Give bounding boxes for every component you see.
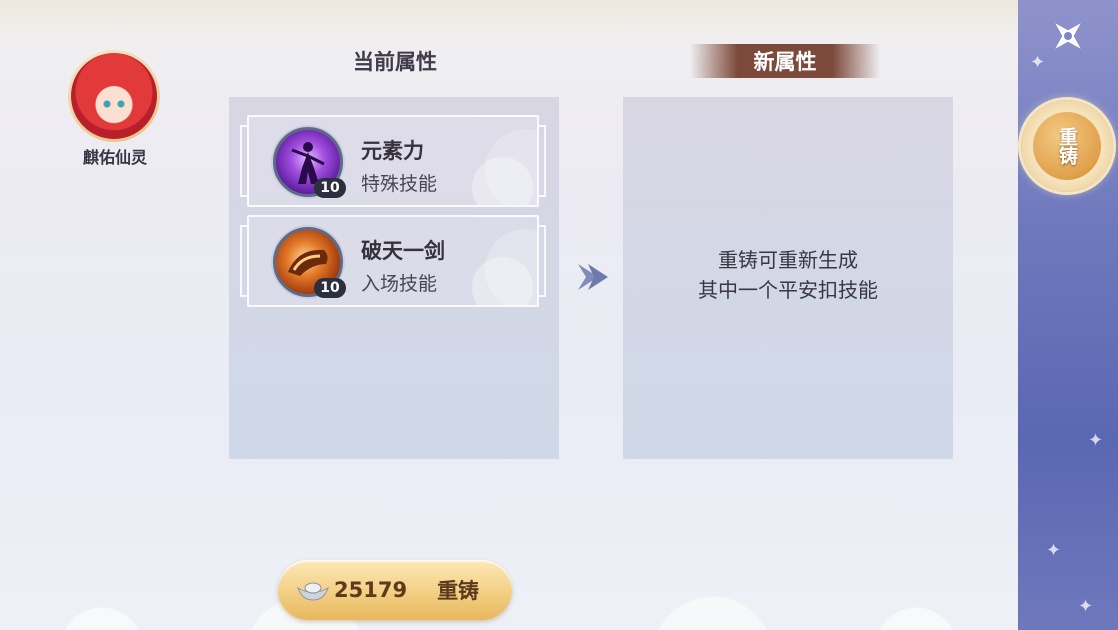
reforge-hint: 重铸可重新生成 其中一个平安扣技能 (623, 245, 953, 305)
sword-skill-icon[interactable]: 10 (273, 227, 346, 298)
sparkle-icon: ✦ (1088, 430, 1104, 451)
close-button[interactable] (1044, 12, 1092, 60)
close-icon (1055, 23, 1081, 49)
sparkle-icon: ✦ (1046, 540, 1062, 561)
silver-ingot-icon (297, 582, 329, 601)
skill-level-badge: 10 (314, 278, 346, 298)
skill-card[interactable]: 10 元素力 特殊技能 (240, 115, 546, 207)
reforge-button[interactable]: 25179 重铸 (278, 560, 512, 620)
arrow-right-icon (578, 264, 608, 290)
skill-type: 特殊技能 (361, 173, 438, 195)
top-decoration (0, 0, 1018, 40)
current-attributes-panel: 10 元素力 特殊技能 10 破天一剑 入场技能 (229, 97, 559, 459)
sparkle-icon: ✦ (1078, 596, 1094, 617)
new-attributes-title: 新属性 (753, 50, 817, 74)
character-portrait (71, 53, 157, 139)
hint-line-1: 重铸可重新生成 (718, 248, 858, 272)
character-name: 麒佑仙灵 (82, 148, 147, 167)
right-sidebar: 重铸 ✦ ✦ ✦ ✦ (1018, 0, 1118, 630)
reforge-tab[interactable]: 重铸 (1021, 100, 1113, 192)
character-avatar[interactable] (68, 50, 160, 142)
new-attributes-panel: 重铸可重新生成 其中一个平安扣技能 (623, 97, 953, 459)
skill-name: 元素力 (361, 139, 424, 163)
current-attributes-title: 当前属性 (353, 50, 437, 74)
skill-name: 破天一剑 (361, 239, 445, 263)
reforge-button-label: 重铸 (437, 579, 480, 603)
hint-line-2: 其中一个平安扣技能 (698, 278, 878, 302)
reforge-cost: 25179 (334, 578, 408, 602)
sparkle-icon: ✦ (1030, 52, 1046, 73)
element-skill-icon[interactable]: 10 (273, 127, 346, 198)
skill-type: 入场技能 (361, 273, 438, 295)
skill-card[interactable]: 10 破天一剑 入场技能 (240, 215, 546, 307)
reforge-tab-label: 重铸 (1033, 112, 1101, 180)
skill-level-badge: 10 (314, 178, 346, 198)
reforge-screen: 麒佑仙灵 当前属性 新属性 10 元素力 特殊技能 10 破天一剑 入场技能 重… (0, 0, 1118, 630)
new-attributes-header: 新属性 (690, 44, 880, 78)
